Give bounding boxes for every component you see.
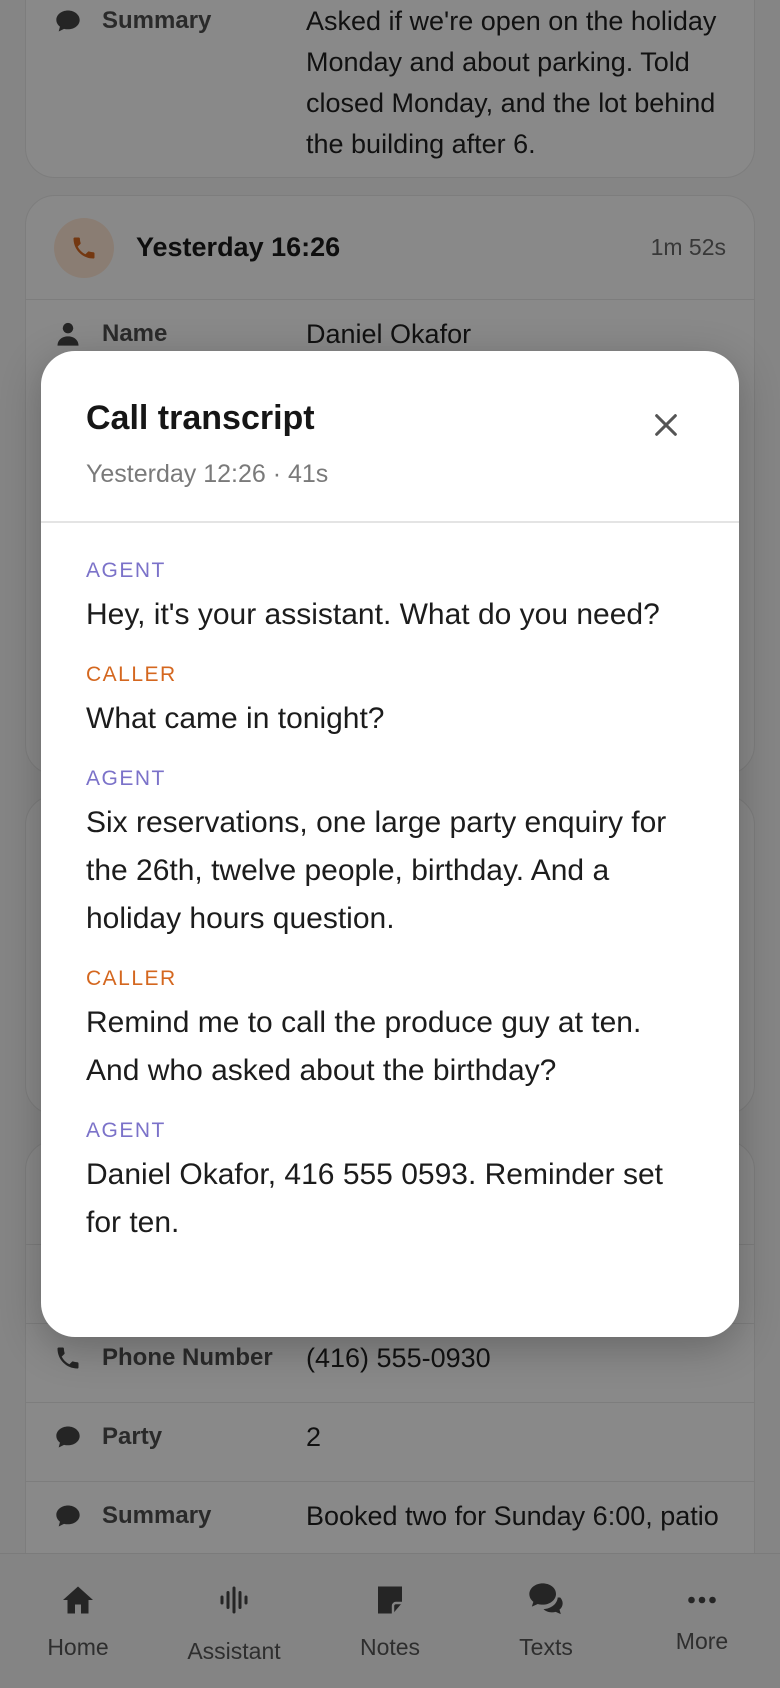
- close-icon: [655, 414, 677, 436]
- transcript-message: CALLER What came in tonight?: [86, 663, 694, 743]
- transcript-message: CALLER Remind me to call the produce guy…: [86, 967, 694, 1095]
- transcript-message: AGENT Daniel Okafor, 416 555 0593. Remin…: [86, 1119, 694, 1247]
- transcript-message: AGENT Six reservations, one large party …: [86, 767, 694, 943]
- speaker-label: AGENT: [86, 1119, 166, 1142]
- message-text: Hey, it's your assistant. What do you ne…: [86, 598, 660, 631]
- message-text: Six reservations, one large party enquir…: [86, 806, 667, 935]
- speaker-label: AGENT: [86, 767, 166, 790]
- message-text: Daniel Okafor, 416 555 0593. Reminder se…: [86, 1158, 664, 1239]
- modal-header: Call transcript Yesterday 12:26 · 41s: [41, 351, 739, 523]
- speaker-label: CALLER: [86, 663, 177, 686]
- modal-subtitle: Yesterday 12:26 · 41s: [86, 460, 329, 488]
- transcript-modal: Call transcript Yesterday 12:26 · 41s AG…: [41, 351, 739, 1337]
- transcript-message: AGENT Hey, it's your assistant. What do …: [86, 559, 694, 639]
- transcript-body: AGENT Hey, it's your assistant. What do …: [41, 523, 739, 1247]
- speaker-label: CALLER: [86, 967, 177, 990]
- modal-title: Call transcript: [86, 399, 315, 437]
- message-text: What came in tonight?: [86, 702, 385, 735]
- speaker-label: AGENT: [86, 559, 166, 582]
- message-text: Remind me to call the produce guy at ten…: [86, 1006, 642, 1087]
- close-button[interactable]: [648, 407, 684, 443]
